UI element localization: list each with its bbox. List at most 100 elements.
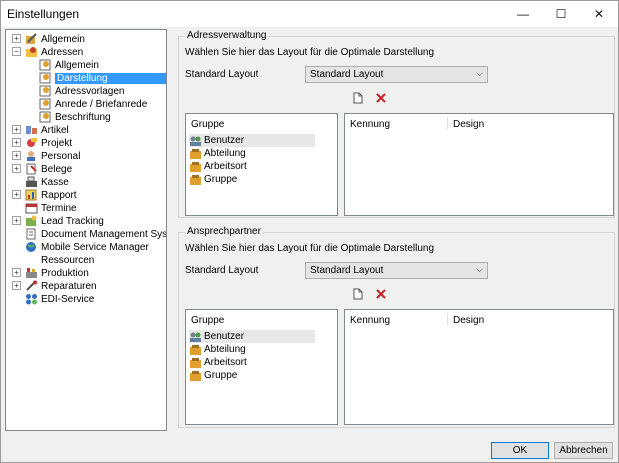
adressverwaltung-group: Adressverwaltung Wählen Sie hier das Lay… [178,30,615,218]
tree-item-darstellung[interactable]: Darstellung [39,72,166,84]
collapse-toggle[interactable]: − [12,47,21,56]
tree-item-beschriftung[interactable]: Beschriftung [39,111,111,123]
report-icon [25,189,37,201]
group-icon [190,370,201,381]
tree-item-edi-service[interactable]: EDI-Service [25,293,94,305]
list-item[interactable]: Arbeitsort [189,356,315,369]
gear-icon [39,98,51,110]
tree-item-dms[interactable]: Document Management System [25,228,166,240]
gear-icon [39,72,51,84]
close-button[interactable]: ✕ [580,1,618,27]
expand-toggle[interactable]: + [12,268,21,277]
design-list[interactable]: Kennung Design [344,113,614,216]
minimize-button[interactable]: — [504,1,542,27]
department-icon [190,148,201,159]
personal-icon [27,151,35,161]
gear-icon [39,85,51,97]
tree-item-reparaturen[interactable]: + Reparaturen [12,280,97,292]
expand-toggle[interactable]: + [12,281,21,290]
group-title: Ansprechpartner [185,226,263,237]
tree-item-adressen[interactable]: − Adressen [12,46,83,58]
lead-tracking-icon [26,215,37,226]
tree-item-mobile-service-manager[interactable]: Mobile Service Manager [25,241,149,253]
project-icon [27,138,37,147]
group-list[interactable]: Gruppe Benutzer Abteilung Arbeitsort Gru… [185,309,338,425]
list-item[interactable]: Abteilung [189,147,315,160]
expand-toggle[interactable]: + [12,164,21,173]
design-column-header[interactable]: Design [453,119,484,130]
column-divider[interactable] [447,117,448,129]
layout-select[interactable]: Standard Layout ⌵ [305,262,488,279]
tree-item-rapport[interactable]: + Rapport [12,189,77,201]
chevron-down-icon: ⌵ [476,264,483,274]
expand-toggle[interactable]: + [12,190,21,199]
new-button[interactable] [351,287,365,301]
expand-toggle[interactable]: + [12,216,21,225]
tree-item-termine[interactable]: Termine [25,202,77,214]
layout-description: Wählen Sie hier das Layout für die Optim… [185,243,435,254]
tree-item-artikel[interactable]: + Artikel [12,124,69,136]
layout-label: Standard Layout [185,69,259,80]
tree-item-belege[interactable]: + Belege [12,163,72,175]
wrench-icon [26,33,37,44]
ansprechpartner-group: Ansprechpartner Wählen Sie hier das Layo… [178,226,615,428]
settings-tree[interactable]: + Allgemein − Adressen Allgemein Darstel… [5,29,167,431]
tree-item-lead-tracking[interactable]: + Lead Tracking [12,215,104,227]
ok-button[interactable]: OK [491,442,549,459]
tree-item-personal[interactable]: + Personal [12,150,80,162]
group-icon [190,174,201,185]
kennung-column-header[interactable]: Kennung [350,119,390,130]
tree-item-allgemein[interactable]: + Allgemein [12,33,85,45]
tree-item-anrede[interactable]: Anrede / Briefanrede [39,98,147,110]
group-column-header: Gruppe [191,119,225,130]
expand-toggle[interactable]: + [12,151,21,160]
expand-toggle[interactable]: + [12,34,21,43]
production-icon [26,268,37,278]
address-folder-icon [26,47,37,57]
gear-icon [39,59,51,71]
settings-window: Einstellungen — ☐ ✕ + Allgemein − Adress… [0,0,619,463]
group-column-header: Gruppe [191,315,225,326]
tree-item-kasse[interactable]: Kasse [25,176,69,188]
kennung-column-header[interactable]: Kennung [350,315,390,326]
calendar-icon [25,203,38,214]
new-button[interactable] [351,91,365,105]
document-icon [26,163,37,175]
workplace-icon [190,357,201,368]
list-item[interactable]: Arbeitsort [189,160,315,173]
list-item[interactable]: Gruppe [189,173,315,186]
column-divider[interactable] [447,313,448,325]
article-icon [26,126,37,134]
maximize-button[interactable]: ☐ [542,1,580,27]
delete-button[interactable] [374,91,388,105]
gear-icon [39,111,51,123]
workplace-icon [190,161,201,172]
delete-button[interactable] [374,287,388,301]
dms-icon [26,228,36,240]
cancel-button[interactable]: Abbrechen [554,442,613,459]
list-item[interactable]: Abteilung [189,343,315,356]
tree-item-produktion[interactable]: + Produktion [12,267,89,279]
list-item[interactable]: Benutzer [189,134,315,147]
group-list[interactable]: Gruppe Benutzer Abteilung Arbeitsort Gru… [185,113,338,216]
layout-select[interactable]: Standard Layout ⌵ [305,66,488,83]
edi-icon [26,294,37,305]
expand-toggle[interactable]: + [12,125,21,134]
design-list[interactable]: Kennung Design [344,309,614,425]
tree-item-adressen-allgemein[interactable]: Allgemein [39,59,99,71]
layout-description: Wählen Sie hier das Layout für die Optim… [185,47,435,58]
globe-icon [26,242,36,252]
tree-item-projekt[interactable]: + Projekt [12,137,72,149]
expand-toggle[interactable]: + [12,138,21,147]
users-icon [190,136,201,146]
new-document-icon [353,92,363,104]
list-item[interactable]: Benutzer [189,330,315,343]
delete-icon [376,289,386,299]
list-item[interactable]: Gruppe [189,369,315,382]
department-icon [190,344,201,355]
design-column-header[interactable]: Design [453,315,484,326]
tree-item-adressvorlagen[interactable]: Adressvorlagen [39,85,124,97]
repair-icon [26,280,37,291]
tree-item-ressourcen[interactable]: Ressourcen [41,254,94,266]
window-title: Einstellungen [7,7,80,21]
